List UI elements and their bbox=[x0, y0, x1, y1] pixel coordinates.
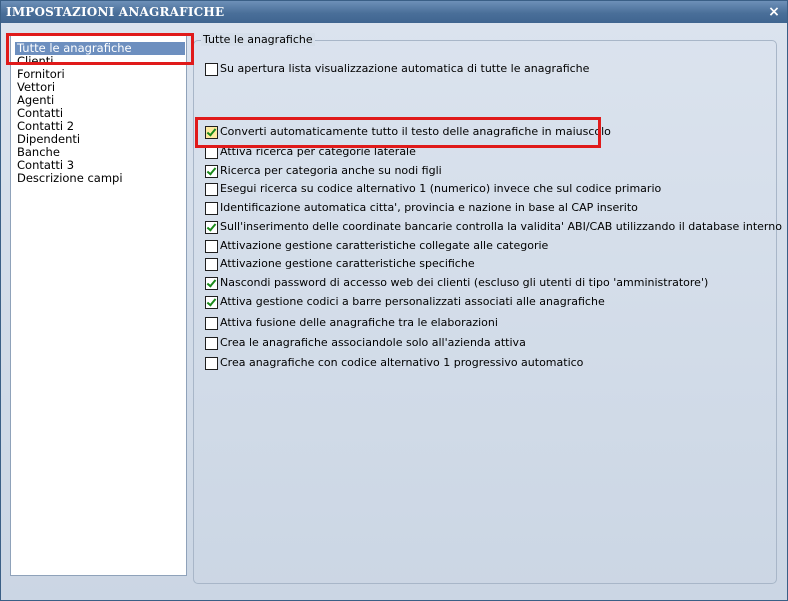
checkbox[interactable] bbox=[205, 296, 218, 309]
list-item-descrizione-campi[interactable]: Descrizione campi bbox=[17, 172, 123, 185]
checkbox[interactable] bbox=[205, 63, 218, 76]
option-label: Crea anagrafiche con codice alternativo … bbox=[220, 356, 584, 369]
option-label: Identificazione automatica citta', provi… bbox=[220, 201, 638, 214]
option-label: Attivazione gestione caratteristiche spe… bbox=[220, 257, 475, 270]
option-label: Su apertura lista visualizzazione automa… bbox=[220, 62, 590, 75]
option-label: Nascondi password di accesso web dei cli… bbox=[220, 276, 709, 289]
checkbox[interactable] bbox=[205, 317, 218, 330]
settings-window: IMPOSTAZIONI ANAGRAFICHE × Tutte le anag… bbox=[0, 0, 788, 601]
option-label: Attiva fusione delle anagrafiche tra le … bbox=[220, 316, 498, 329]
checkbox[interactable] bbox=[205, 165, 218, 178]
option-label: Attiva gestione codici a barre personali… bbox=[220, 295, 605, 308]
highlight-box-option bbox=[195, 117, 601, 148]
option-label: Sull'inserimento delle coordinate bancar… bbox=[220, 220, 782, 233]
window-title: IMPOSTAZIONI ANAGRAFICHE bbox=[6, 5, 225, 19]
checkbox[interactable] bbox=[205, 337, 218, 350]
checkbox[interactable] bbox=[205, 277, 218, 290]
option-label: Esegui ricerca su codice alternativo 1 (… bbox=[220, 182, 662, 195]
highlight-box-sidebar bbox=[6, 33, 194, 65]
title-bar[interactable]: IMPOSTAZIONI ANAGRAFICHE × bbox=[1, 1, 787, 23]
option-label: Crea le anagrafiche associandole solo al… bbox=[220, 336, 526, 349]
checkbox[interactable] bbox=[205, 183, 218, 196]
option-label: Attivazione gestione caratteristiche col… bbox=[220, 239, 549, 252]
checkbox[interactable] bbox=[205, 221, 218, 234]
checkbox[interactable] bbox=[205, 240, 218, 253]
close-icon[interactable]: × bbox=[766, 4, 782, 20]
category-list[interactable]: Tutte le anagrafiche Clienti Fornitori V… bbox=[10, 34, 187, 576]
checkbox[interactable] bbox=[205, 258, 218, 271]
options-group-title: Tutte le anagrafiche bbox=[201, 33, 315, 46]
checkbox[interactable] bbox=[205, 357, 218, 370]
checkbox[interactable] bbox=[205, 202, 218, 215]
option-label: Ricerca per categoria anche su nodi figl… bbox=[220, 164, 442, 177]
